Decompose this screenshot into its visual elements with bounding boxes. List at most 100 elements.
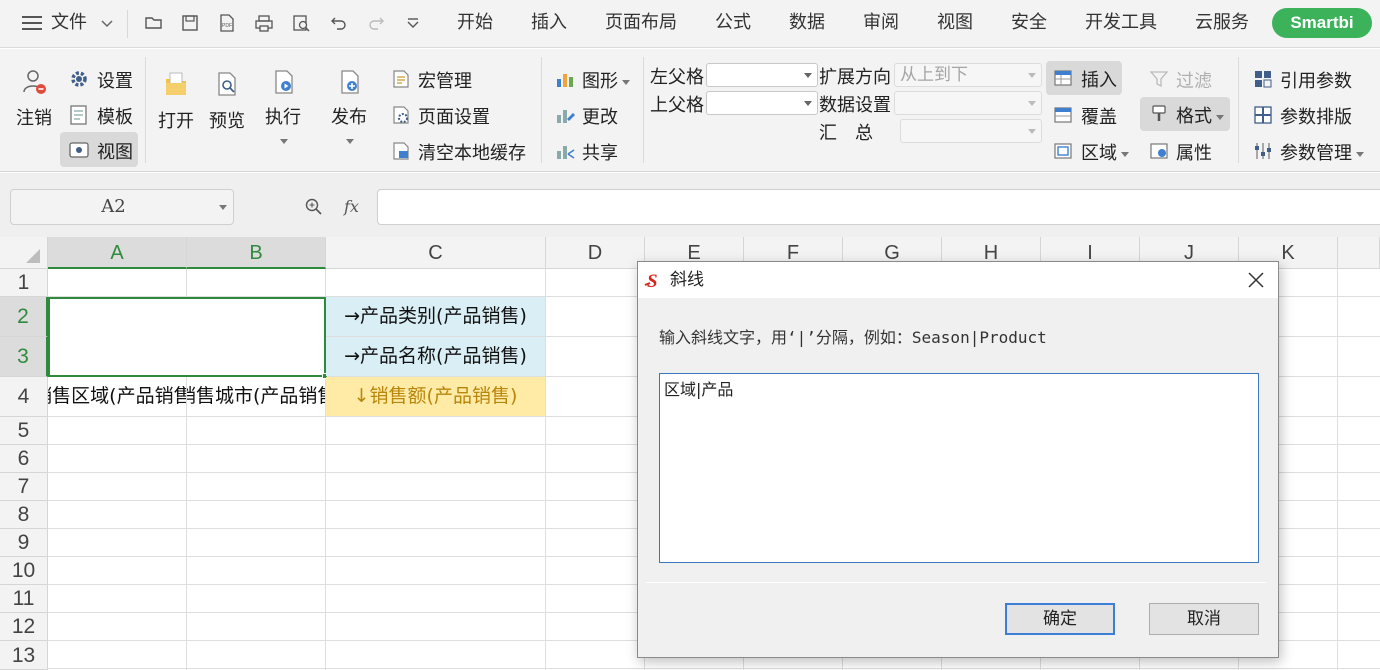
- group-divider: [1238, 57, 1239, 163]
- tab-page-layout[interactable]: 页面布局: [605, 0, 677, 46]
- name-box[interactable]: A2: [10, 189, 234, 225]
- reference-params-icon: [1252, 68, 1274, 90]
- row-header-3[interactable]: 3: [0, 337, 48, 377]
- dialog-title-bar[interactable]: S 斜线: [638, 262, 1278, 298]
- column-header-c[interactable]: C: [326, 237, 546, 269]
- tab-formulas[interactable]: 公式: [715, 0, 751, 46]
- undo-icon[interactable]: [329, 13, 349, 33]
- hamburger-menu-icon[interactable]: [22, 14, 42, 32]
- template-button[interactable]: 模板: [64, 102, 140, 130]
- tab-view[interactable]: 视图: [937, 0, 973, 46]
- tab-security[interactable]: 安全: [1011, 0, 1047, 46]
- row-header-4[interactable]: 4: [0, 377, 48, 417]
- row-header-7[interactable]: 7: [0, 473, 48, 501]
- column-header-d[interactable]: D: [546, 237, 645, 269]
- cell-a4[interactable]: 销售区域(产品销售): [48, 377, 186, 416]
- open-folder-icon[interactable]: [144, 13, 164, 33]
- cancel-button[interactable]: 取消: [1149, 603, 1259, 635]
- gridline: [545, 269, 546, 670]
- cover-button[interactable]: 覆盖: [1050, 102, 1130, 130]
- param-manage-button[interactable]: 参数管理: [1250, 138, 1370, 166]
- row-header-1[interactable]: 1: [0, 269, 48, 297]
- execute-button[interactable]: 执行: [262, 65, 306, 145]
- publish-button[interactable]: 发布: [328, 65, 372, 145]
- top-parent-select[interactable]: [706, 91, 818, 115]
- clear-cache-button[interactable]: 清空本地缓存: [388, 138, 533, 166]
- settings-label: 设置: [97, 71, 133, 92]
- left-parent-label: 左父格: [650, 67, 704, 88]
- pdf-export-icon[interactable]: PDF: [217, 13, 237, 33]
- row-header-13[interactable]: 13: [0, 641, 48, 670]
- change-button[interactable]: 更改: [552, 102, 638, 130]
- insert-button[interactable]: 插入: [1046, 61, 1122, 95]
- open-label: 打开: [158, 111, 194, 132]
- customize-toolbar-icon[interactable]: [403, 13, 423, 33]
- logout-button[interactable]: 注销: [12, 63, 56, 133]
- param-layout-label: 参数排版: [1280, 107, 1352, 128]
- row-header-10[interactable]: 10: [0, 557, 48, 585]
- tab-insert[interactable]: 插入: [531, 0, 567, 46]
- row-header-9[interactable]: 9: [0, 529, 48, 557]
- column-header-a[interactable]: A: [48, 237, 187, 269]
- diagonal-text-input[interactable]: 区域|产品: [659, 373, 1259, 563]
- left-parent-select[interactable]: [706, 63, 818, 87]
- param-manage-dropdown-icon: [1356, 151, 1364, 157]
- data-settings-select[interactable]: [894, 91, 1042, 115]
- settings-button[interactable]: 设置: [64, 66, 140, 94]
- row-header-12[interactable]: 12: [0, 613, 48, 641]
- tab-cloud-services[interactable]: 云服务: [1195, 0, 1249, 46]
- tab-developer-tools[interactable]: 开发工具: [1085, 0, 1157, 46]
- tab-data[interactable]: 数据: [789, 0, 825, 46]
- redo-icon[interactable]: [366, 13, 386, 33]
- close-icon[interactable]: [1240, 264, 1272, 296]
- format-label: 格式: [1176, 102, 1224, 128]
- param-manage-label: 参数管理: [1280, 139, 1364, 165]
- save-icon[interactable]: [180, 13, 200, 33]
- open-button[interactable]: 打开: [155, 65, 197, 135]
- cell-c2[interactable]: →产品类别(产品销售): [326, 297, 545, 336]
- macro-manager-label: 宏管理: [418, 71, 472, 92]
- format-button[interactable]: 格式: [1140, 97, 1230, 131]
- reference-params-button[interactable]: 引用参数: [1250, 66, 1370, 94]
- summary-select[interactable]: [900, 119, 1042, 143]
- page-setup-label: 页面设置: [418, 107, 490, 128]
- fx-icon[interactable]: fx: [344, 197, 359, 216]
- tab-start[interactable]: 开始: [457, 0, 493, 46]
- page-setup-button[interactable]: 页面设置: [388, 102, 528, 130]
- row-header-6[interactable]: 6: [0, 445, 48, 473]
- ok-button[interactable]: 确定: [1005, 603, 1115, 635]
- expand-direction-select[interactable]: 从上到下: [894, 63, 1042, 87]
- chart-button[interactable]: 图形: [552, 66, 638, 94]
- row-header-2[interactable]: 2: [0, 297, 48, 337]
- file-menu-label: 文件: [51, 12, 87, 33]
- row-header-8[interactable]: 8: [0, 501, 48, 529]
- tab-smartbi[interactable]: Smartbi: [1272, 8, 1372, 38]
- properties-button[interactable]: 属性: [1146, 138, 1226, 166]
- column-header-b[interactable]: B: [187, 237, 326, 269]
- properties-icon: [1148, 140, 1170, 162]
- preview-button[interactable]: 预览: [206, 65, 248, 135]
- tab-review[interactable]: 审阅: [863, 0, 899, 46]
- view-button[interactable]: 视图: [60, 132, 138, 167]
- param-layout-button[interactable]: 参数排版: [1250, 102, 1370, 130]
- diagonal-line-dialog: S 斜线 输入斜线文字，用‘|’分隔，例如：Season|Product 区域|…: [637, 261, 1279, 658]
- cell-c3[interactable]: →产品名称(产品销售): [326, 337, 545, 376]
- macro-manager-button[interactable]: 宏管理: [388, 66, 528, 94]
- row-header-11[interactable]: 11: [0, 585, 48, 613]
- print-icon[interactable]: [254, 13, 274, 33]
- cell-b4[interactable]: 销售城市(产品销售): [187, 377, 325, 416]
- expand-direction-label: 扩展方向: [819, 67, 891, 88]
- publish-dropdown-icon: [346, 131, 354, 150]
- print-preview-icon[interactable]: [291, 13, 311, 33]
- cell-a2-b3-merged[interactable]: [48, 297, 326, 377]
- formula-input[interactable]: [377, 189, 1380, 225]
- dialog-hint-text: 输入斜线文字，用‘|’分隔，例如：Season|Product: [659, 328, 1047, 347]
- filter-button[interactable]: 过滤: [1146, 66, 1226, 94]
- region-button[interactable]: 区域: [1050, 138, 1136, 166]
- file-menu[interactable]: 文件: [51, 0, 113, 46]
- cell-c4[interactable]: ↓销售额(产品销售): [326, 377, 545, 416]
- share-button[interactable]: 共享: [552, 138, 638, 166]
- zoom-icon[interactable]: [304, 197, 324, 217]
- select-all-corner[interactable]: [0, 237, 48, 269]
- row-header-5[interactable]: 5: [0, 417, 48, 445]
